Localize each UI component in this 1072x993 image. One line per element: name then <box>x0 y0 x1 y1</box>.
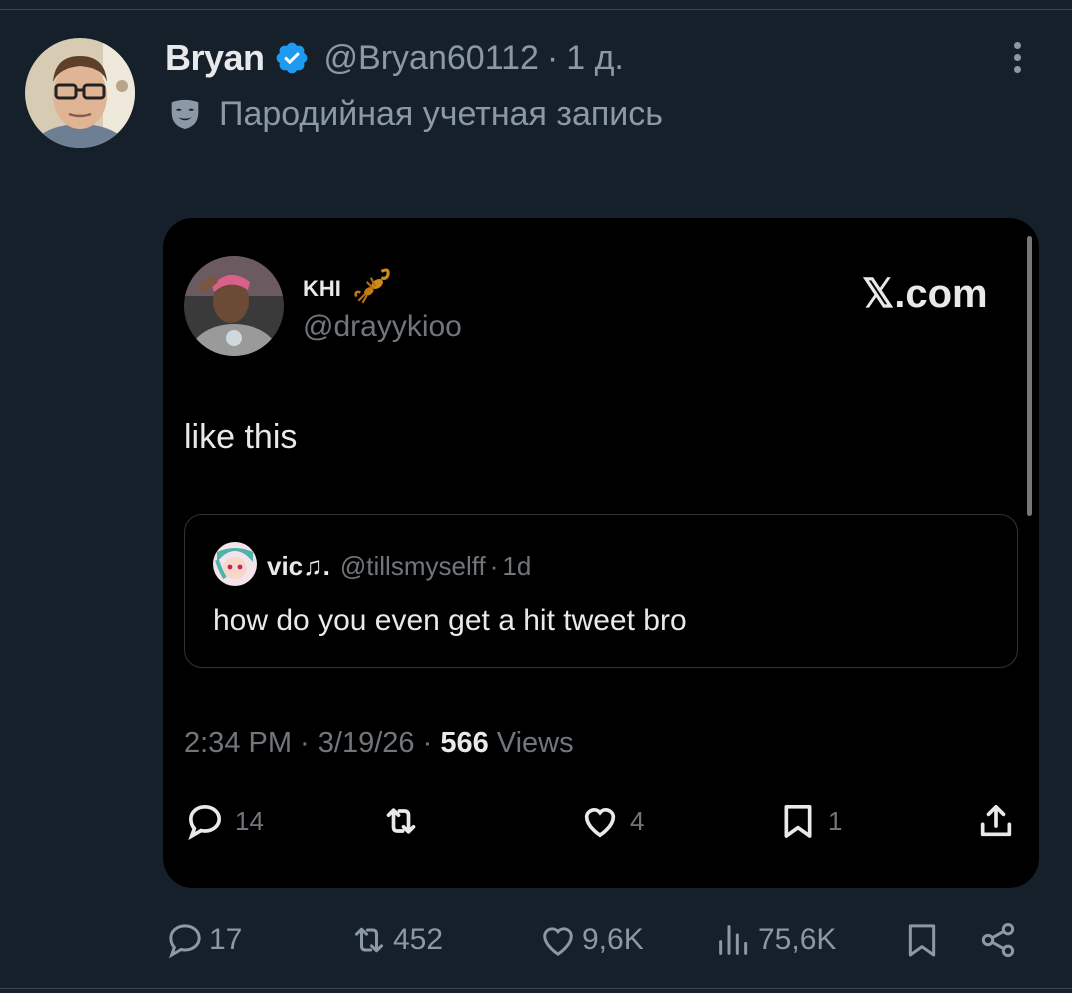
reply-button[interactable]: 17 <box>165 918 242 962</box>
embedded-like: 4 <box>580 800 644 842</box>
parody-mask-icon <box>165 94 205 134</box>
author-display-name[interactable]: Bryan <box>165 37 265 79</box>
quoted-author-handle: @tillsmyselff <box>339 550 486 581</box>
embedded-quote-card <box>184 514 1018 668</box>
embedded-bookmark-count: 1 <box>828 805 843 836</box>
repost-icon <box>386 808 416 834</box>
bookmark-icon <box>908 924 936 957</box>
quoted-tweet-text: how do you even get a hit tweet bro <box>213 604 687 637</box>
views-button[interactable]: 75,6K <box>714 918 836 962</box>
embedded-share <box>976 800 1016 842</box>
bookmark-icon <box>784 805 812 838</box>
reply-icon <box>188 804 222 841</box>
tweet-time[interactable]: 1 д. <box>566 39 624 78</box>
embedded-author-avatar <box>184 256 284 356</box>
repost-button[interactable]: 452 <box>349 918 443 962</box>
more-options-icon[interactable] <box>1003 42 1031 78</box>
embedded-timestamp: 2:34 PM · 3/19/26 · 566 Views <box>184 727 574 760</box>
quoted-time: 1d <box>502 550 532 581</box>
verified-badge-icon <box>274 40 310 76</box>
x-watermark: 𝕏.com <box>862 272 988 316</box>
embedded-repost <box>381 800 421 842</box>
like-button[interactable]: 9,6K <box>538 918 644 962</box>
separator-dot: · <box>546 38 559 77</box>
quoted-author-name: vic♫. <box>267 550 330 581</box>
embedded-views-count: 566 <box>440 727 489 759</box>
bookmark-button[interactable] <box>902 918 942 962</box>
share-icon <box>980 805 1012 837</box>
parody-label-row: Пародийная учетная запись <box>165 92 663 136</box>
repost-icon <box>355 927 383 953</box>
embedded-views-label: Views <box>488 727 574 759</box>
like-icon <box>543 927 573 956</box>
embedded-reply: 14 <box>185 800 264 842</box>
embedded-tweet-text: like this <box>184 418 298 456</box>
views-count: 75,6K <box>758 923 837 956</box>
share-button[interactable] <box>978 918 1018 962</box>
media-scrollbar <box>1027 236 1032 516</box>
views-icon <box>719 925 748 955</box>
top-divider <box>0 9 1072 10</box>
embedded-author-handle: @drayykioo <box>303 310 462 343</box>
quoted-header: vic♫. @tillsmyselff · 1d <box>267 550 531 582</box>
bottom-divider <box>0 988 1072 989</box>
embedded-reply-count: 14 <box>235 805 264 836</box>
embedded-bookmark: 1 <box>778 800 842 842</box>
reply-icon <box>168 924 201 959</box>
quoted-author-avatar <box>213 542 257 586</box>
reply-count: 17 <box>209 923 243 956</box>
author-avatar[interactable] <box>25 38 135 148</box>
embedded-date: 2:34 PM · 3/19/26 · <box>184 727 441 759</box>
like-icon <box>584 808 616 838</box>
parody-account-label: Пародийная учетная запись <box>219 94 664 133</box>
share-icon <box>981 923 1015 957</box>
author-handle[interactable]: @Bryan60112 <box>324 39 539 78</box>
quoted-separator: · <box>489 550 499 581</box>
repost-count: 452 <box>393 923 444 956</box>
tweet-header: Bryan @Bryan60112 · 1 д. <box>165 36 624 80</box>
embedded-author-name: KHI <box>303 276 341 301</box>
like-count: 9,6K <box>582 923 644 956</box>
scorpion-emoji-icon <box>352 263 394 305</box>
embedded-like-count: 4 <box>630 805 645 836</box>
